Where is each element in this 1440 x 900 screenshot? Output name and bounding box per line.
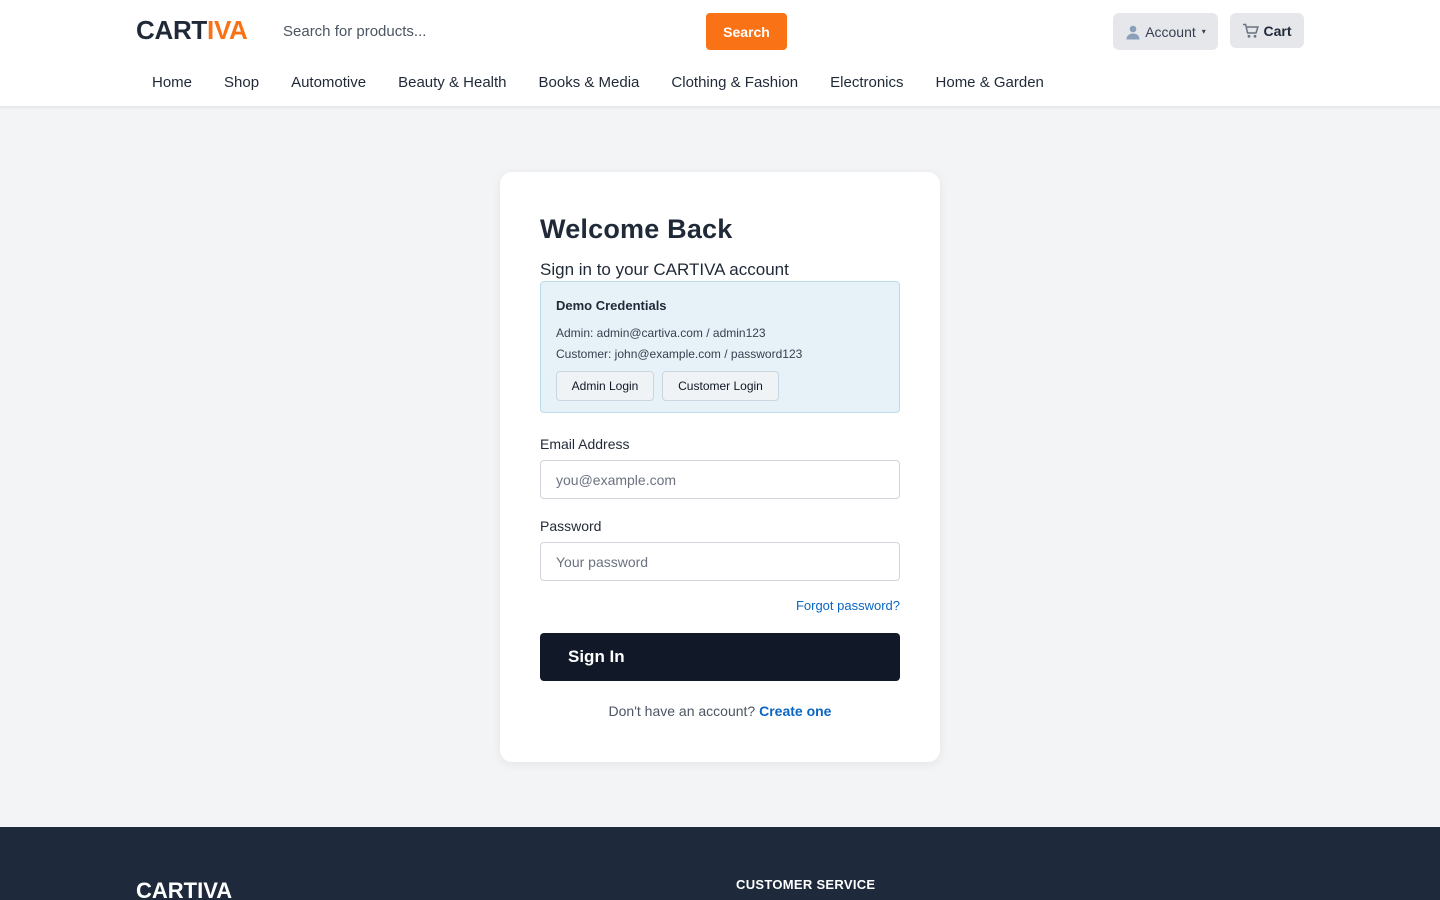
- demo-credentials-title: Demo Credentials: [556, 298, 667, 313]
- nav-item-books-media[interactable]: Books & Media: [539, 74, 640, 91]
- login-card: Welcome Back Sign in to your CARTIVA acc…: [500, 172, 940, 762]
- cart-icon: [1242, 23, 1260, 39]
- account-button[interactable]: Account ▾: [1113, 13, 1218, 50]
- password-field[interactable]: [540, 542, 900, 581]
- signup-prompt: Don't have an account? Create one: [500, 703, 940, 719]
- nav-item-shop[interactable]: Shop: [224, 74, 259, 91]
- demo-admin-credentials: Admin: admin@cartiva.com / admin123: [556, 326, 766, 340]
- admin-login-button[interactable]: Admin Login: [556, 371, 654, 401]
- forgot-password-link[interactable]: Forgot password?: [796, 598, 900, 613]
- chevron-down-icon: ▾: [1201, 27, 1206, 36]
- nav-item-clothing-fashion[interactable]: Clothing & Fashion: [671, 74, 798, 91]
- account-label: Account: [1145, 23, 1196, 40]
- user-icon: [1125, 24, 1141, 40]
- site-header: CARTIVA Search Account ▾ Cart Home Shop …: [0, 0, 1440, 107]
- footer-customer-service-heading: CUSTOMER SERVICE: [736, 877, 876, 892]
- cart-button[interactable]: Cart: [1230, 13, 1304, 48]
- password-label: Password: [540, 518, 602, 534]
- sign-in-button[interactable]: Sign In: [540, 633, 900, 681]
- create-account-link[interactable]: Create one: [759, 703, 831, 719]
- page-title: Welcome Back: [540, 214, 733, 244]
- page-subtitle: Sign in to your CARTIVA account: [540, 260, 789, 279]
- site-footer: CARTIVA CUSTOMER SERVICE: [0, 827, 1440, 900]
- nav-item-electronics[interactable]: Electronics: [830, 74, 903, 91]
- nav-item-beauty-health[interactable]: Beauty & Health: [398, 74, 506, 91]
- category-nav: Home Shop Automotive Beauty & Health Boo…: [152, 74, 1044, 91]
- customer-login-button[interactable]: Customer Login: [662, 371, 779, 401]
- email-label: Email Address: [540, 436, 630, 452]
- nav-item-home-garden[interactable]: Home & Garden: [936, 74, 1044, 91]
- nav-item-home[interactable]: Home: [152, 74, 192, 91]
- footer-logo: CARTIVA: [136, 878, 233, 900]
- cart-label: Cart: [1263, 22, 1292, 39]
- demo-credentials-box: Demo Credentials Admin: admin@cartiva.co…: [540, 281, 900, 413]
- nav-item-automotive[interactable]: Automotive: [291, 74, 366, 91]
- demo-customer-credentials: Customer: john@example.com / password123: [556, 347, 803, 361]
- search-button[interactable]: Search: [706, 13, 787, 50]
- site-logo[interactable]: CARTIVA: [136, 15, 248, 46]
- signup-prompt-text: Don't have an account?: [608, 703, 756, 719]
- search-input[interactable]: [270, 13, 706, 50]
- email-field[interactable]: [540, 460, 900, 499]
